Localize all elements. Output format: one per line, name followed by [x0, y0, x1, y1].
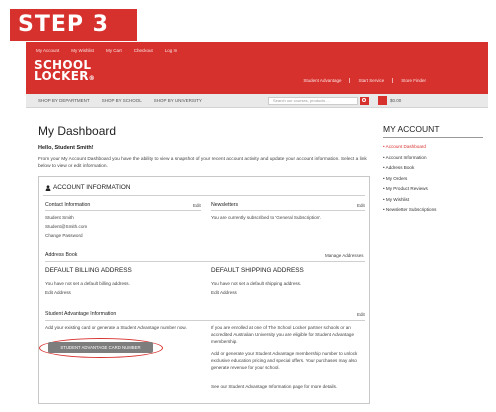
- contact-edit-link[interactable]: Edit: [193, 203, 201, 208]
- site-header: My Account My Wishlist My Cart Checkout …: [26, 42, 488, 94]
- school-locker-logo[interactable]: SCHOOL LOCKER®: [34, 59, 96, 84]
- default-shipping-heading: DEFAULT SHIPPING ADDRESS: [211, 267, 304, 274]
- sidebar-title: MY ACCOUNT: [383, 124, 440, 134]
- student-advantage-left-text: Add your existing card or generate a Stu…: [45, 325, 187, 330]
- student-advantage-edit-link[interactable]: Edit: [357, 312, 365, 317]
- account-information-heading: ACCOUNT INFORMATION: [53, 184, 131, 191]
- contact-name: Student Smith: [45, 215, 74, 220]
- sidebar-item-account-information[interactable]: Account Information: [383, 153, 436, 164]
- sidebar-item-newsletter-subscriptions[interactable]: Newsletter Subscriptions: [383, 205, 437, 216]
- header-right-links: Student Advantage Start Service Store Fi…: [295, 78, 434, 83]
- student-advantage-more-details-link[interactable]: See our Student Advantage Information pa…: [211, 383, 365, 390]
- account-info-box: ACCOUNT INFORMATION Contact Information …: [38, 176, 370, 404]
- sidebar-item-my-orders[interactable]: My Orders: [383, 174, 436, 185]
- top-link-my-account[interactable]: My Account: [36, 48, 59, 53]
- screenshot-frame: My Account My Wishlist My Cart Checkout …: [26, 42, 488, 410]
- sidebar-item-account-dashboard[interactable]: Account Dashboard: [383, 142, 436, 153]
- intro-text: From your My Account Dashboard you have …: [38, 157, 367, 169]
- newsletters-heading: Newsletters: [211, 202, 239, 208]
- logo-line-2: LOCKER®: [34, 69, 96, 83]
- cart-icon[interactable]: [378, 96, 387, 105]
- newsletters-text: You are currently subscribed to 'General…: [211, 215, 322, 220]
- address-book-heading: Address Book: [45, 252, 78, 258]
- contact-email: Student@Smith.com: [45, 224, 88, 229]
- user-icon: [45, 185, 51, 191]
- manage-addresses-link[interactable]: Manage Addresses: [325, 253, 364, 258]
- link-student-advantage[interactable]: Student Advantage: [295, 78, 349, 83]
- top-link-my-wishlist[interactable]: My Wishlist: [71, 48, 94, 53]
- search-button[interactable]: [360, 97, 369, 105]
- billing-text: You have not set a default billing addre…: [45, 281, 130, 286]
- newsletters-edit-link[interactable]: Edit: [357, 203, 365, 208]
- nav-bar: SHOP BY DEPARTMENT SHOP BY SCHOOL SHOP B…: [26, 94, 488, 108]
- sidebar-item-address-book[interactable]: Address Book: [383, 163, 436, 174]
- search-icon: [362, 98, 366, 102]
- student-advantage-heading: Student Advantage Information: [45, 311, 117, 317]
- default-billing-heading: DEFAULT BILLING ADDRESS: [45, 267, 132, 274]
- top-links: My Account My Wishlist My Cart Checkout …: [36, 48, 177, 53]
- search-input[interactable]: Search our courses, products ...: [268, 97, 358, 105]
- step-banner: STEP 3: [10, 9, 137, 41]
- contact-information-heading: Contact Information: [45, 202, 91, 208]
- cart-total[interactable]: $0.00: [390, 98, 401, 103]
- greeting: Hello, Student Smith!: [38, 145, 94, 151]
- student-advantage-card-number-button[interactable]: STUDENT ADVANTAGE CARD NUMBER: [48, 342, 153, 353]
- student-advantage-eligibility-text: If you are enrolled at one of The School…: [211, 325, 354, 344]
- top-link-checkout[interactable]: Checkout: [134, 48, 153, 53]
- top-link-my-cart[interactable]: My Cart: [106, 48, 122, 53]
- sidebar-item-my-wishlist[interactable]: My Wishlist: [383, 195, 436, 206]
- nav-shop-by-university[interactable]: SHOP BY UNIVERSITY: [154, 98, 202, 103]
- nav-shop-by-department[interactable]: SHOP BY DEPARTMENT: [38, 98, 90, 103]
- top-link-log-in[interactable]: Log In: [165, 48, 178, 53]
- sidebar-nav: Account Dashboard Account Information Ad…: [383, 142, 437, 216]
- billing-edit-address-link[interactable]: Edit Address: [45, 289, 71, 296]
- link-start-service[interactable]: Start Service: [349, 78, 392, 83]
- shipping-text: You have not set a default shipping addr…: [211, 281, 302, 286]
- sidebar-item-my-product-reviews[interactable]: My Product Reviews: [383, 184, 436, 195]
- link-store-finder[interactable]: Store Finder: [392, 78, 434, 83]
- nav-shop-by-school[interactable]: SHOP BY SCHOOL: [102, 98, 142, 103]
- page-title: My Dashboard: [38, 124, 117, 138]
- shipping-edit-address-link[interactable]: Edit Address: [211, 289, 237, 296]
- student-advantage-membership-text: Add or generate your Student Advantage m…: [211, 351, 358, 370]
- change-password-link[interactable]: Change Password: [45, 232, 83, 239]
